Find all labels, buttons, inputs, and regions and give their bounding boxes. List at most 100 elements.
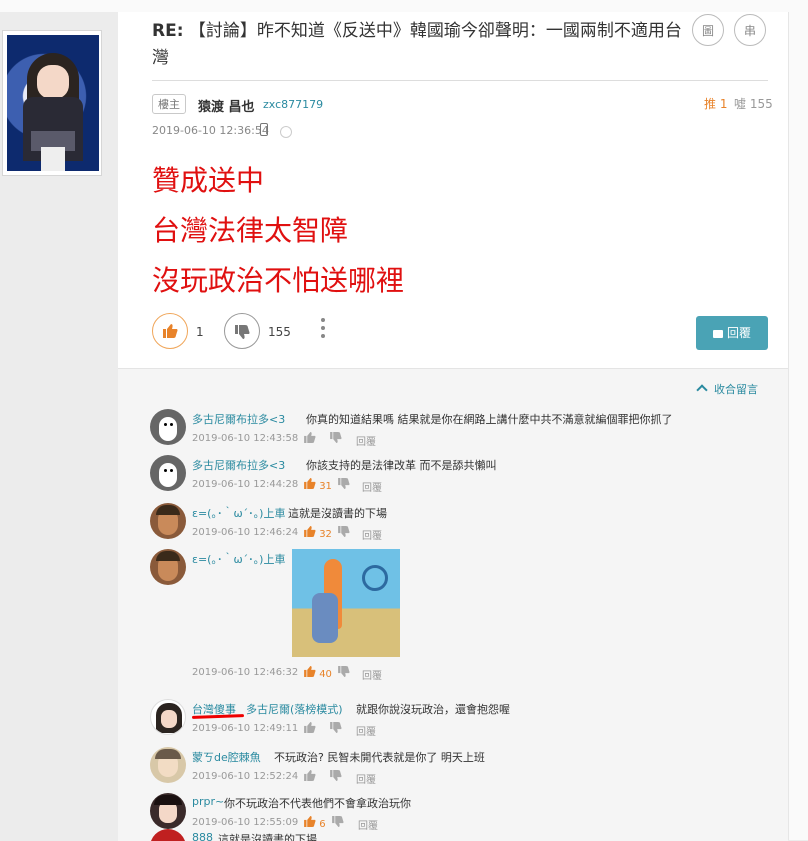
downvote-button[interactable]	[224, 313, 260, 349]
comment-like-button[interactable]: 6	[304, 816, 326, 830]
comment-like-count: 32	[319, 529, 332, 540]
comment-avatar[interactable]	[150, 549, 186, 585]
comment-avatar[interactable]	[150, 747, 186, 783]
comment-user[interactable]: 多古尼爾布拉多<3	[192, 411, 285, 427]
post-body-line: 贊成送中	[152, 164, 265, 197]
comment-dislike-button[interactable]	[330, 432, 342, 446]
thumbs-down-icon	[330, 722, 342, 733]
author-id[interactable]: zxc877179	[263, 98, 323, 111]
comment-avatar[interactable]	[150, 699, 186, 735]
comment-reply-link[interactable]: 回覆	[362, 479, 382, 494]
thumbs-down-icon	[332, 816, 344, 827]
comment-text: 就跟你說沒玩政治，還會抱怨喔	[356, 703, 510, 716]
comment-like-button[interactable]: 40	[304, 666, 332, 680]
title-divider	[152, 80, 768, 81]
comment-reply-link[interactable]: 回覆	[362, 667, 382, 682]
comment-avatar[interactable]	[150, 793, 186, 829]
thumbs-up-icon	[304, 478, 316, 489]
comment-like-count: 31	[319, 481, 332, 492]
reply-button-label: 回覆	[726, 326, 751, 340]
comment-user[interactable]: 蒙ㄎde腔棘魚	[192, 749, 261, 765]
reply-button[interactable]: 回覆	[696, 316, 768, 350]
thumbs-down-icon	[338, 666, 350, 677]
thumbs-down-icon	[338, 526, 350, 537]
edit-icon[interactable]	[280, 126, 292, 138]
comment-reply-link[interactable]: 回覆	[362, 527, 382, 542]
comment-avatar[interactable]	[150, 503, 186, 539]
author-name[interactable]: 猿渡 昌也	[198, 96, 255, 115]
author-avatar-image	[7, 35, 99, 171]
comment-time: 2019-06-10 12:43:58	[192, 433, 299, 444]
thumbs-up-icon	[304, 432, 316, 443]
collapse-label: 收合留言	[714, 383, 758, 396]
title-text: 【討論】昨不知道《反送中》韓國瑜今卻聲明：一國兩制不適用台灣	[152, 21, 682, 68]
more-options-icon[interactable]	[320, 318, 326, 342]
floor-tag: 樓主	[152, 94, 186, 114]
comment-text: 不玩政治? 民智未開代表就是你了 明天上班	[274, 751, 485, 764]
thumbs-up-icon	[304, 526, 316, 537]
downvote-count: 155	[268, 325, 291, 339]
comment-meme-image[interactable]	[292, 549, 400, 657]
thumbs-down-icon	[330, 770, 342, 781]
comment-avatar[interactable]	[150, 455, 186, 491]
post-time: 2019-06-10 12:36:54	[152, 124, 269, 137]
author-avatar-card[interactable]	[2, 30, 102, 176]
page-scrollbar[interactable]	[788, 12, 808, 840]
post-body-line: 台灣法律太智障	[152, 214, 349, 247]
comment-reply-link[interactable]: 回覆	[356, 771, 376, 786]
comment-reply-link[interactable]: 回覆	[356, 433, 376, 448]
upvote-count: 1	[196, 325, 204, 339]
thumbs-up-icon	[163, 324, 178, 338]
red-underline-annotation	[191, 714, 245, 719]
comment-time: 2019-06-10 12:49:11	[192, 723, 299, 734]
comment-text: 這就是沒讀書的下場	[288, 507, 387, 520]
comment-user[interactable]: 多古尼爾布拉多<3	[192, 457, 285, 473]
comment-reply-link[interactable]: 回覆	[356, 723, 376, 738]
chevron-up-icon	[696, 384, 708, 396]
thumbs-down-icon	[330, 432, 342, 443]
comment-user[interactable]: prpr~	[192, 795, 224, 808]
comment-like-button[interactable]	[304, 432, 316, 446]
comment-item: 888 這就是沒讀書的下場	[150, 829, 770, 841]
thumbs-up-icon	[304, 666, 316, 677]
comment-user-secondary[interactable]: 多古尼爾(落榜模式)	[246, 701, 343, 717]
post-title: RE: 【討論】昨不知道《反送中》韓國瑜今卻聲明：一國兩制不適用台灣	[152, 18, 692, 72]
post-body-line: 沒玩政治不怕送哪裡	[152, 264, 405, 297]
comment-like-button[interactable]	[304, 770, 316, 784]
collapse-comments-link[interactable]: 收合留言	[696, 381, 758, 397]
comment-user[interactable]: ε=(｡･｀ω´･｡)上車	[192, 505, 285, 521]
comment-item: ε=(｡･｀ω´･｡)上車 2019-06-10 12:46:32 40 回覆	[150, 549, 770, 689]
post-main: RE: 【討論】昨不知道《反送中》韓國瑜今卻聲明：一國兩制不適用台灣 圖 串 樓…	[118, 12, 788, 841]
comment-like-button[interactable]: 32	[304, 526, 332, 540]
upvote-button[interactable]	[152, 313, 188, 349]
thumbs-down-icon	[338, 478, 350, 489]
image-button[interactable]: 圖	[692, 14, 724, 46]
boo-count: 噓 155	[734, 97, 773, 111]
comments-section: 收合留言 多古尼爾布拉多<3 你真的知道結果嗎 結果就是你在網路上講什麼中共不滿…	[118, 368, 788, 841]
thumbs-up-icon	[304, 770, 316, 781]
comment-dislike-button[interactable]	[330, 770, 342, 784]
comment-dislike-button[interactable]	[338, 478, 350, 492]
comment-time: 2019-06-10 12:52:24	[192, 771, 299, 782]
title-prefix: RE:	[152, 21, 184, 41]
comment-time: 2019-06-10 12:46:24	[192, 527, 299, 538]
comment-like-button[interactable]: 31	[304, 478, 332, 492]
comment-text: 你該支持的是法律改革 而不是舔共懶叫	[306, 459, 497, 472]
thumbs-up-icon	[304, 816, 316, 827]
comment-like-count: 40	[319, 669, 332, 680]
comment-dislike-button[interactable]	[330, 722, 342, 736]
comment-like-button[interactable]	[304, 722, 316, 736]
comment-dislike-button[interactable]	[332, 816, 344, 830]
comment-icon	[712, 329, 723, 338]
comment-text: 你不玩政治不代表他們不會拿政治玩你	[224, 797, 411, 810]
comment-user[interactable]: ε=(｡･｀ω´･｡)上車	[192, 551, 285, 567]
thumbs-up-icon	[304, 722, 316, 733]
thread-button[interactable]: 串	[734, 14, 766, 46]
comment-avatar[interactable]	[150, 829, 186, 841]
comment-avatar[interactable]	[150, 409, 186, 445]
push-count: 推 1	[704, 97, 728, 111]
mobile-icon	[260, 123, 268, 136]
comment-dislike-button[interactable]	[338, 526, 350, 540]
left-column	[0, 12, 118, 840]
comment-dislike-button[interactable]	[338, 666, 350, 680]
